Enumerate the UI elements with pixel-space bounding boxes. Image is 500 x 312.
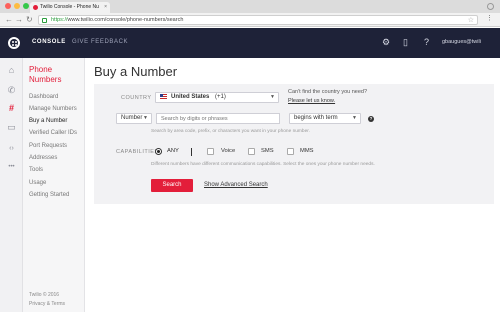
capability-any-radio[interactable] <box>155 148 162 155</box>
forward-icon[interactable]: → <box>15 15 23 24</box>
search-input[interactable] <box>156 113 280 124</box>
search-hint-text: Search by area code, prefix, or characte… <box>151 129 310 134</box>
browser-tab-bar: Twilio Console - Phone Nu × <box>0 0 500 13</box>
reload-icon[interactable]: ↻ <box>26 15 33 24</box>
url-scheme: https:// <box>51 17 68 23</box>
chevron-down-icon: ▼ <box>270 94 275 100</box>
console-nav-link[interactable]: CONSOLE <box>32 39 66 45</box>
chevron-down-icon: ▼ <box>352 115 357 121</box>
browser-menu-icon[interactable]: ⋮ <box>486 15 493 23</box>
sidebar-item-port-requests[interactable]: Port Requests <box>29 143 67 149</box>
sidebar-item-usage[interactable]: Usage <box>29 180 46 186</box>
sidebar-title: Phone Numbers <box>29 65 62 84</box>
match-type-value: begins with term <box>294 115 338 121</box>
code-icon[interactable]: ‹› <box>6 143 17 154</box>
back-icon[interactable]: ← <box>5 15 13 24</box>
chat-icon[interactable]: ▭ <box>6 122 17 133</box>
country-select[interactable]: United States (+1) ▼ <box>155 92 279 103</box>
home-icon[interactable]: ⌂ <box>6 65 17 76</box>
country-code: (+1) <box>215 94 226 100</box>
browser-tab[interactable]: Twilio Console - Phone Nu × <box>30 2 110 13</box>
lock-icon <box>42 18 47 23</box>
divider <box>191 148 192 156</box>
tab-title: Twilio Console - Phone Nu <box>40 4 99 10</box>
let-us-know-link[interactable]: Please let us know. <box>288 98 335 104</box>
search-type-select[interactable]: Number ▼ <box>116 113 152 124</box>
capabilities-label: CAPABILITIES <box>116 149 159 155</box>
docs-icon[interactable]: ▯ <box>403 37 408 47</box>
phone-icon[interactable]: ✆ <box>6 85 17 96</box>
sidebar-item-verified-caller-ids[interactable]: Verified Caller IDs <box>29 130 77 136</box>
bookmark-star-icon[interactable]: ☆ <box>468 16 474 25</box>
us-flag-icon <box>160 93 167 99</box>
help-icon[interactable]: ? <box>424 37 429 47</box>
sidebar-item-buy-a-number[interactable]: Buy a Number <box>29 118 67 124</box>
product-icon-rail: ⌂ ✆ # ▭ ‹› ••• <box>0 58 23 312</box>
close-window-icon[interactable] <box>5 3 11 9</box>
sidebar-item-manage-numbers[interactable]: Manage Numbers <box>29 106 77 112</box>
chevron-down-icon: ▼ <box>143 115 148 121</box>
console-header: CONSOLE GIVE FEEDBACK ⚙ ▯ ? gbaugues@twi… <box>0 28 500 58</box>
question-mark-icon[interactable]: ? <box>368 116 374 122</box>
capability-mms-checkbox[interactable] <box>287 148 294 155</box>
search-type-value: Number <box>121 115 143 121</box>
privacy-terms-link[interactable]: Privacy & Terms <box>29 301 65 307</box>
capability-mms-label: MMS <box>300 148 314 154</box>
country-label: COUNTRY <box>121 95 152 101</box>
capability-sms-checkbox[interactable] <box>248 148 255 155</box>
minimize-window-icon[interactable] <box>14 3 20 9</box>
tab-close-icon[interactable]: × <box>104 2 107 13</box>
debugger-icon[interactable]: ⚙ <box>382 37 390 47</box>
sidebar-item-addresses[interactable]: Addresses <box>29 155 57 161</box>
browser-toolbar: ← → ↻ https://www.twilio.com/console/pho… <box>0 13 500 27</box>
capability-voice-checkbox[interactable] <box>207 148 214 155</box>
match-type-select[interactable]: begins with term ▼ <box>289 113 361 124</box>
capability-sms-label: SMS <box>261 148 274 154</box>
capabilities-hint-text: Different numbers have different communi… <box>151 162 375 167</box>
capability-any-label: ANY <box>167 148 179 154</box>
country-name: United States <box>171 94 210 100</box>
twilio-logo-icon[interactable] <box>8 37 20 49</box>
browser-profile-icon[interactable] <box>487 3 494 10</box>
sidebar-item-getting-started[interactable]: Getting Started <box>29 192 69 198</box>
maximize-window-icon[interactable] <box>23 3 29 9</box>
twilio-favicon-icon <box>33 5 38 10</box>
address-bar[interactable]: https://www.twilio.com/console/phone-num… <box>38 15 478 25</box>
account-user-menu[interactable]: gbaugues@twili <box>442 39 481 45</box>
give-feedback-link[interactable]: GIVE FEEDBACK <box>72 39 128 45</box>
sidebar-item-dashboard[interactable]: Dashboard <box>29 94 58 100</box>
sidebar-item-tools[interactable]: Tools <box>29 167 43 173</box>
cant-find-country-text: Can't find the country you need? <box>288 89 368 95</box>
phone-numbers-sidebar: Phone Numbers Dashboard Manage Numbers B… <box>23 58 85 312</box>
page-title: Buy a Number <box>94 64 178 79</box>
copyright-text: Twilio © 2016 <box>29 292 60 298</box>
more-icon[interactable]: ••• <box>6 162 17 173</box>
search-button[interactable]: Search <box>151 179 193 192</box>
show-advanced-search-link[interactable]: Show Advanced Search <box>204 182 268 188</box>
phone-numbers-icon[interactable]: # <box>6 103 17 114</box>
url-path: www.twilio.com/console/phone-numbers/sea… <box>67 17 184 23</box>
capability-voice-label: Voice <box>221 148 236 154</box>
